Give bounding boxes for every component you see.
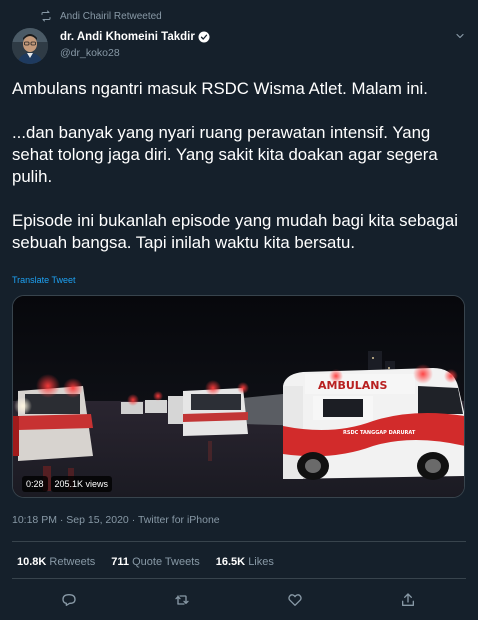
retweet-icon xyxy=(41,10,51,22)
video-badges: 0:28 205.1K views xyxy=(22,476,113,492)
retweets-label: Retweets xyxy=(49,556,96,568)
retweets-count: 10.8K xyxy=(17,556,47,568)
meta-separator: · xyxy=(131,514,136,526)
divider xyxy=(12,578,466,579)
retweet-header[interactable]: Andi Chairil Retweeted xyxy=(40,9,162,23)
tweet-time[interactable]: 10:18 PM xyxy=(12,514,57,526)
chevron-down-icon[interactable] xyxy=(454,30,466,42)
reply-icon xyxy=(62,594,76,606)
share-button[interactable] xyxy=(398,590,418,610)
retweet-label: Andi Chairil Retweeted xyxy=(60,10,162,22)
video-duration: 0:28 xyxy=(22,476,48,492)
tweet-actions xyxy=(0,590,478,610)
likes-stat[interactable]: 16.5K Likes xyxy=(216,556,274,568)
tweet-source[interactable]: Twitter for iPhone xyxy=(138,514,220,526)
quote-tweets-stat[interactable]: 711 Quote Tweets xyxy=(111,556,199,568)
video-views: 205.1K views xyxy=(50,476,113,492)
verified-badge-icon xyxy=(198,31,210,43)
avatar-image xyxy=(12,28,48,64)
likes-count: 16.5K xyxy=(215,556,246,568)
reply-button[interactable] xyxy=(59,590,79,610)
author-handle[interactable]: @dr_koko28 xyxy=(60,47,210,59)
likes-label: Likes xyxy=(248,556,274,568)
retweets-stat[interactable]: 10.8K Retweets xyxy=(17,556,95,568)
tweet-paragraph: Ambulans ngantri masuk RSDC Wisma Atlet.… xyxy=(12,79,428,98)
share-icon xyxy=(402,593,414,606)
quote-tweets-count: 711 xyxy=(111,556,130,568)
heart-icon xyxy=(288,594,302,606)
avatar[interactable] xyxy=(12,28,48,64)
author-display-name[interactable]: dr. Andi Khomeini Takdir xyxy=(60,31,195,43)
ambulance-side-label: RSDC TANGGAP DARURAT xyxy=(343,430,416,436)
tweet-paragraph: Episode ini bukanlah episode yang mudah … xyxy=(12,211,458,252)
tweet-meta: 10:18 PM · Sep 15, 2020 · Twitter for iP… xyxy=(12,514,220,526)
translate-tweet-link[interactable]: Translate Tweet xyxy=(12,275,76,285)
tweet-date[interactable]: Sep 15, 2020 xyxy=(66,514,128,526)
meta-separator: · xyxy=(59,514,64,526)
video-thumbnail: AMBULANS RSDC TANGGAP DARURAT xyxy=(13,296,464,497)
quote-tweets-label: Quote Tweets xyxy=(132,556,200,568)
ambulance-label: AMBULANS xyxy=(318,379,388,392)
video-player[interactable]: AMBULANS RSDC TANGGAP DARURAT xyxy=(12,295,465,498)
retweet-icon xyxy=(175,595,189,605)
tweet-stats: 10.8K Retweets 711 Quote Tweets 16.5K Li… xyxy=(17,556,290,568)
tweet-text: Ambulans ngantri masuk RSDC Wisma Atlet.… xyxy=(12,78,470,254)
divider xyxy=(12,541,466,542)
like-button[interactable] xyxy=(285,590,305,610)
author-block[interactable]: dr. Andi Khomeini Takdir @dr_koko28 xyxy=(60,29,210,59)
tweet-paragraph: ...dan banyak yang nyari ruang perawatan… xyxy=(12,123,438,186)
retweet-button[interactable] xyxy=(172,590,192,610)
